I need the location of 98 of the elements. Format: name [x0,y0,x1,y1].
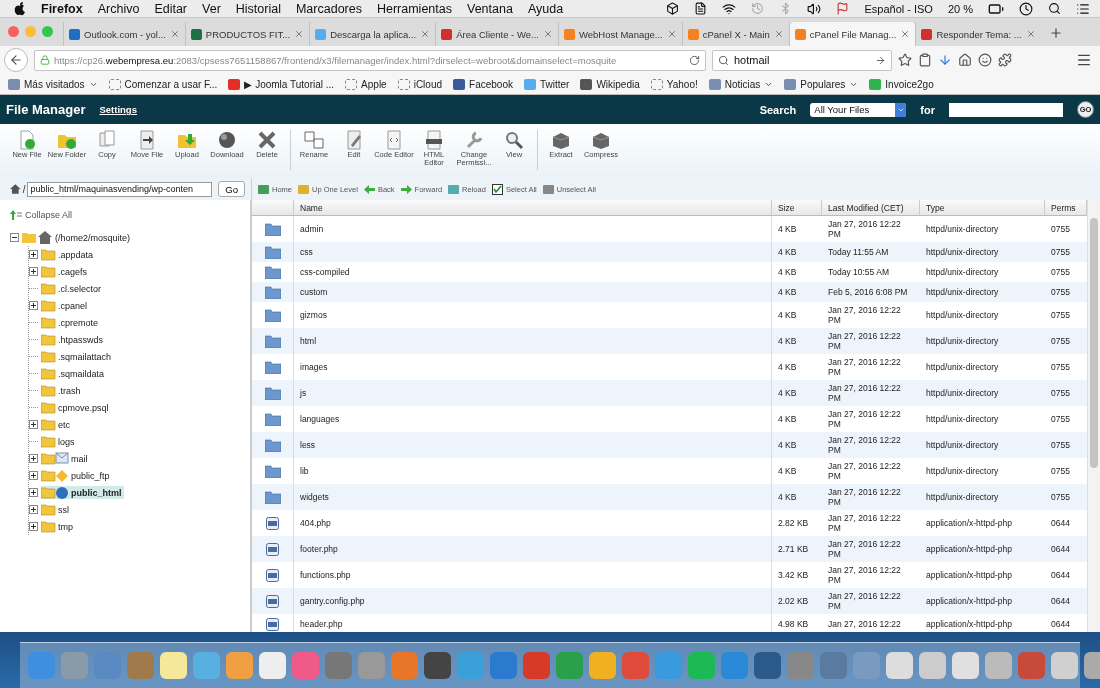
battery-percentage: 20 % [947,2,973,15]
table-cell: httpd/unix-directory [920,242,1045,262]
tree-item[interactable]: .sqmaildata [41,367,107,380]
bookmark[interactable]: Noticias [708,78,774,90]
table-cell: 0755 [1045,282,1087,302]
tree-item[interactable]: public_ftp [41,469,112,482]
bookmark[interactable]: Yahoo! [650,78,698,90]
file-name[interactable]: gantry.config.php [294,588,772,614]
tree-item[interactable]: tmp [41,520,75,533]
table-cell: 0755 [1045,432,1087,458]
tree-item[interactable]: .cpremote [41,316,101,329]
table-cell: Jan 27, 2016 12:22 PM [822,432,920,458]
search-scope-select[interactable]: All Your Files [810,102,907,117]
for-label: for [920,103,935,116]
column-header[interactable]: Size [772,200,822,216]
tree-item[interactable]: mail [41,452,90,465]
tree-item[interactable]: .appdata [41,248,96,261]
bookmark[interactable]: Populares [784,78,859,90]
table-cell: 0755 [1045,242,1087,262]
app-menu[interactable]: Firefox [41,1,83,16]
column-header[interactable]: Perms [1045,200,1087,216]
table-cell: Jan 27, 2016 12:22 PM [822,380,920,406]
column-header[interactable]: Name [294,200,772,216]
bookmark[interactable]: ▶ Joomla Tutorial ... [228,78,335,90]
menu-item[interactable]: Herramientas [376,1,452,16]
tree-item[interactable]: public_html [41,486,124,499]
table-cell: 4 KB [772,242,822,262]
table-cell: Jan 27, 2016 12:22 PM [822,588,920,614]
tree-item[interactable]: cpmove.psql [41,401,111,414]
file-name[interactable]: less [294,432,772,458]
tree-item[interactable]: .cagefs [41,265,90,278]
input-source[interactable]: Español - ISO [864,2,933,15]
table-cell: 2.02 KB [772,588,822,614]
bookmark[interactable]: Facebook [453,78,513,90]
tree-item[interactable]: .cpanel [41,299,90,312]
tree-item[interactable]: .htpasswds [41,333,106,346]
search-label: Search [759,103,797,116]
table-cell: application/x-httpd-php [920,536,1045,562]
go-button[interactable]: Go [218,181,245,197]
menu-item[interactable]: Ventana [467,1,513,16]
tree-item[interactable]: ssl [41,503,71,516]
table-cell: 0644 [1045,588,1087,614]
menu-item[interactable]: Ayuda [527,1,564,16]
table-cell: 4 KB [772,484,822,510]
table-cell: Jan 27, 2016 12:22 PM [822,484,920,510]
file-name[interactable]: css [294,242,772,262]
bookmark[interactable]: Apple [345,78,387,90]
tree-item[interactable]: .trash [41,384,83,397]
menu-item[interactable]: Ver [202,1,221,16]
bookmark[interactable]: Más visitados [8,78,98,90]
menu-item[interactable]: Archivo [97,1,140,16]
table-cell: 4 KB [772,328,822,354]
table-cell: httpd/unix-directory [920,328,1045,354]
table-cell: Jan 27, 2016 12:22 PM [822,328,920,354]
table-cell: 2.71 KB [772,536,822,562]
tree-item[interactable]: .cl.selector [41,282,103,295]
menu-item[interactable]: Editar [154,1,188,16]
bookmark[interactable]: Comenzar a usar F... [108,78,218,90]
tree-item[interactable]: .sqmailattach [41,350,114,363]
tree-item[interactable]: etc [41,418,72,431]
path-separator: / [22,183,26,195]
collapse-all-button[interactable]: Collapse All [10,210,73,220]
table-cell: httpd/unix-directory [920,282,1045,302]
table-cell: 4 KB [772,432,822,458]
table-cell: 0755 [1045,380,1087,406]
file-name[interactable]: widgets [294,484,772,510]
file-name[interactable]: custom [294,282,772,302]
file-name[interactable]: html [294,328,772,354]
table-cell: 0755 [1045,484,1087,510]
table-cell: Today 11:55 AM [822,242,920,262]
column-header[interactable]: Type [920,200,1045,216]
table-cell: Feb 5, 2016 6:08 PM [822,282,920,302]
table-cell: 4 KB [772,282,822,302]
table-cell: Jan 27, 2016 12:22 PM [822,536,920,562]
address-field[interactable]: https://cp26.webempresa.eu:2083/cpsess7651158867/frontend/x3/filemanager/index.html?dirselect=webroot&domainselect=mosquite [34,49,706,71]
column-header[interactable]: Last Modified (CET) [822,200,920,216]
settings-link[interactable]: Settings [99,104,137,115]
table-cell: httpd/unix-directory [920,380,1045,406]
table-cell: httpd/unix-directory [920,432,1045,458]
table-cell: httpd/unix-directory [920,484,1045,510]
bookmark[interactable]: iCloud [397,78,443,90]
table-cell: 0755 [1045,328,1087,354]
table-cell: 0644 [1045,536,1087,562]
bookmark[interactable]: Twitter [523,78,570,90]
table-cell: 4 KB [772,380,822,406]
tree-item[interactable]: (/home2/mosquite) [55,232,133,243]
bookmark[interactable]: Invoice2go [869,78,934,90]
bookmark[interactable]: Wikipedia [580,78,640,90]
file-name[interactable]: footer.php [294,536,772,562]
tree-item[interactable]: logs [41,435,77,448]
table-cell: application/x-httpd-php [920,588,1045,614]
search-field[interactable]: hotmail [712,49,892,71]
menu-item[interactable]: Historial [235,1,281,16]
file-name[interactable]: js [294,380,772,406]
path-field[interactable]: public_html/maquinasvending/wp-conten [27,181,213,197]
browser-tab[interactable]: cPanel File Manag... [788,22,916,46]
menu-item[interactable]: Marcadores [295,1,362,16]
app-title: File Manager [6,102,86,117]
